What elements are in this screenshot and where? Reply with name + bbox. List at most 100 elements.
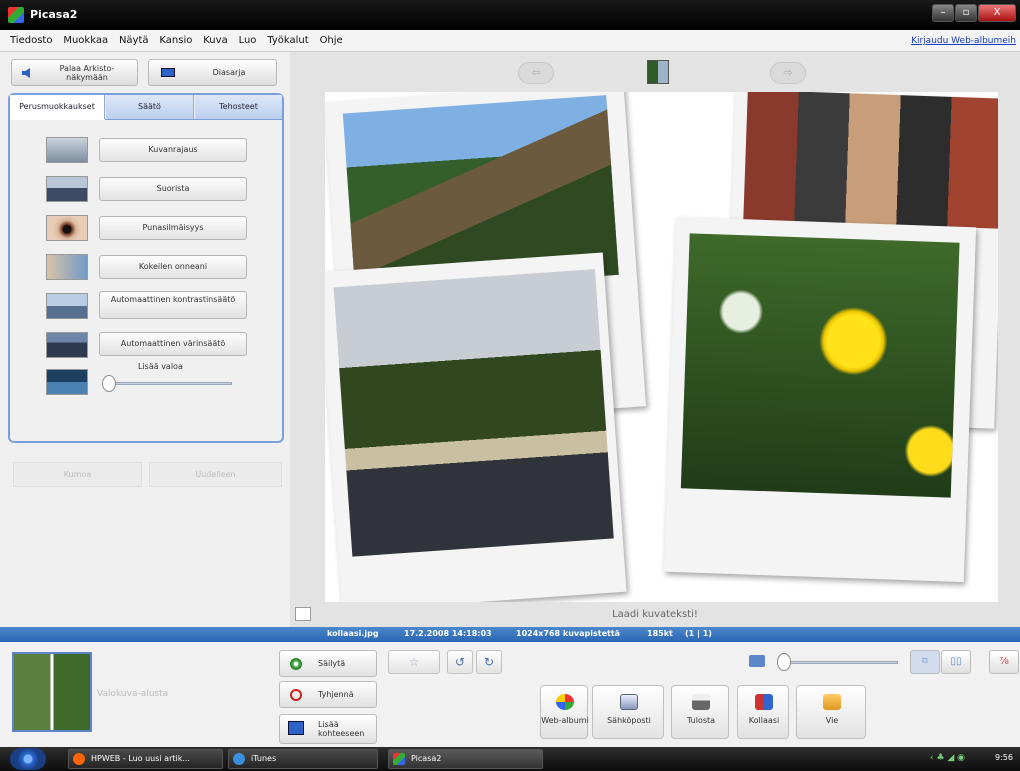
slideshow-button[interactable]: Diasarja: [148, 59, 277, 86]
hold-label: Säilytä: [318, 659, 346, 668]
im-feeling-lucky-button[interactable]: Kokeilen onneani: [99, 255, 247, 279]
undo-button[interactable]: Kumoa: [13, 462, 142, 487]
fill-light-slider[interactable]: [110, 382, 232, 385]
current-photo-thumbnail[interactable]: [647, 60, 669, 84]
next-photo-button[interactable]: ⇨: [770, 62, 806, 84]
caption-bar: Laadi kuvateksti!: [290, 605, 1020, 627]
status-filename: kollaasi.jpg: [327, 629, 379, 638]
star-button[interactable]: ☆: [388, 650, 440, 674]
add-to-album-label: Lisää kohteeseen: [318, 720, 365, 738]
export-folder-icon: [823, 694, 841, 710]
menu-picture[interactable]: Kuva: [199, 32, 231, 46]
menu-edit[interactable]: Muokkaa: [59, 32, 112, 46]
minimize-button[interactable]: –: [932, 4, 954, 22]
collage-label: Kollaasi: [748, 716, 780, 725]
zoom-slider-handle[interactable]: [777, 653, 791, 671]
itunes-icon: [233, 753, 245, 765]
tab-basic-fixes[interactable]: Perusmuokkaukset: [10, 95, 105, 119]
export-label: Vie: [825, 716, 839, 725]
tray-photo-thumbnail[interactable]: [12, 652, 92, 732]
taskbar-item-itunes[interactable]: iTunes: [228, 749, 378, 769]
web-album-button[interactable]: Web-albumi: [540, 685, 589, 739]
photo-street-scene: [743, 92, 998, 229]
status-index: (1 | 1): [685, 629, 712, 638]
menu-file[interactable]: Tiedosto: [6, 32, 56, 46]
web-album-icon: [556, 694, 574, 710]
slideshow-label: Diasarja: [212, 68, 246, 77]
tab-divider-active: [10, 119, 105, 120]
close-button[interactable]: X: [978, 4, 1016, 22]
previous-photo-button[interactable]: ⇦: [518, 62, 554, 84]
menu-list: Tiedosto Muokkaa Näytä Kansio Kuva Luo T…: [6, 32, 347, 46]
export-button[interactable]: Vie: [796, 685, 866, 739]
title-bar: Picasa2 – ▫ X: [0, 0, 1020, 30]
menu-folder[interactable]: Kansio: [155, 32, 196, 46]
status-dimensions: 1024x768 kuvapistettä: [516, 629, 621, 638]
polaroid-yellow-flowers: [663, 216, 977, 583]
taskbar-item-picasa[interactable]: Picasa2: [388, 749, 543, 769]
zoom-icon: [749, 655, 765, 667]
web-album-label: Web-albumi: [541, 716, 589, 725]
menu-view[interactable]: Näytä: [115, 32, 153, 46]
clear-icon: [290, 689, 302, 701]
web-albums-signin-link[interactable]: Kirjaudu Web-albumeih: [911, 36, 1016, 46]
menu-help[interactable]: Ohje: [316, 32, 347, 46]
arrow-left-icon: [22, 68, 30, 78]
hold-button[interactable]: Säilytä: [279, 650, 377, 677]
clear-label: Tyhjennä: [318, 690, 354, 699]
picasa-taskbar-icon: [393, 753, 405, 765]
menu-tools[interactable]: Työkalut: [263, 32, 312, 46]
taskbar-item-hpweb-label: HPWEB - Luo uusi artik...: [91, 754, 190, 763]
menu-create[interactable]: Luo: [235, 32, 261, 46]
email-button[interactable]: Sähköposti: [592, 685, 664, 739]
photo-viewer: ⇦ ⇨ Laadi kuvateksti!: [290, 52, 1020, 627]
back-to-library-button[interactable]: Palaa Arkisto-näkymään: [11, 59, 138, 86]
slideshow-icon: [161, 68, 175, 77]
edit-tabs-panel: Perusmuokkaukset Säätö Tehosteet Kuvanra…: [8, 93, 284, 443]
edit-panel: Palaa Arkisto-näkymään Diasarja Perusmuo…: [0, 52, 290, 627]
redo-button[interactable]: Uudelleen: [149, 462, 282, 487]
auto-contrast-thumbnail-icon: [46, 293, 88, 319]
crop-button[interactable]: Kuvanrajaus: [99, 138, 247, 162]
rotate-right-button[interactable]: ↻: [476, 650, 502, 674]
straighten-thumbnail-icon: [46, 176, 88, 202]
photo-house-by-water: [333, 269, 614, 557]
collage-button[interactable]: Kollaasi: [737, 685, 789, 739]
taskbar-item-picasa-label: Picasa2: [411, 754, 442, 763]
view-extra-button[interactable]: ⅞: [989, 650, 1019, 674]
status-filesize: 185kt: [647, 629, 673, 638]
auto-color-button[interactable]: Automaattinen värinsäätö: [99, 332, 247, 356]
tab-tuning[interactable]: Säätö: [106, 95, 194, 119]
redeye-thumbnail-icon: [46, 215, 88, 241]
rotate-left-button[interactable]: ↺: [447, 650, 473, 674]
view-compare-button[interactable]: ▯▯: [941, 650, 971, 674]
maximize-button[interactable]: ▫: [955, 4, 977, 22]
tab-effects[interactable]: Tehosteet: [195, 95, 282, 119]
picasa-app-icon: [8, 7, 24, 23]
caption-input[interactable]: Laadi kuvateksti!: [290, 609, 1020, 620]
fill-light-label: Lisää valoa: [138, 362, 183, 371]
system-tray-icons[interactable]: ‹ ♣ ◢ ◉: [930, 753, 965, 763]
auto-contrast-button[interactable]: Automaattinen kontrastinsäätö: [99, 291, 247, 319]
add-to-album-button[interactable]: Lisää kohteeseen: [279, 714, 377, 744]
redeye-button[interactable]: Punasilmäisyys: [99, 216, 247, 240]
photo-yellow-flowers: [680, 233, 960, 498]
fill-light-slider-handle[interactable]: [102, 375, 116, 392]
back-to-library-label: Palaa Arkisto-näkymään: [59, 64, 115, 82]
email-label: Sähköposti: [607, 716, 651, 725]
straighten-button[interactable]: Suorista: [99, 177, 247, 201]
print-button[interactable]: Tulosta: [671, 685, 729, 739]
polaroid-house-by-water: [325, 252, 627, 602]
im-feeling-lucky-thumbnail-icon: [46, 254, 88, 280]
zoom-slider[interactable]: [785, 661, 898, 664]
collage-icon: [755, 694, 773, 710]
taskbar-item-itunes-label: iTunes: [251, 754, 277, 763]
firefox-icon: [73, 753, 85, 765]
view-single-button[interactable]: ⌑: [910, 650, 940, 674]
taskbar-item-hpweb[interactable]: HPWEB - Luo uusi artik...: [68, 749, 223, 769]
collage-image: [325, 92, 998, 602]
album-icon: [288, 721, 304, 735]
hold-icon: [290, 658, 302, 670]
start-button[interactable]: [10, 748, 46, 770]
clear-button[interactable]: Tyhjennä: [279, 681, 377, 708]
